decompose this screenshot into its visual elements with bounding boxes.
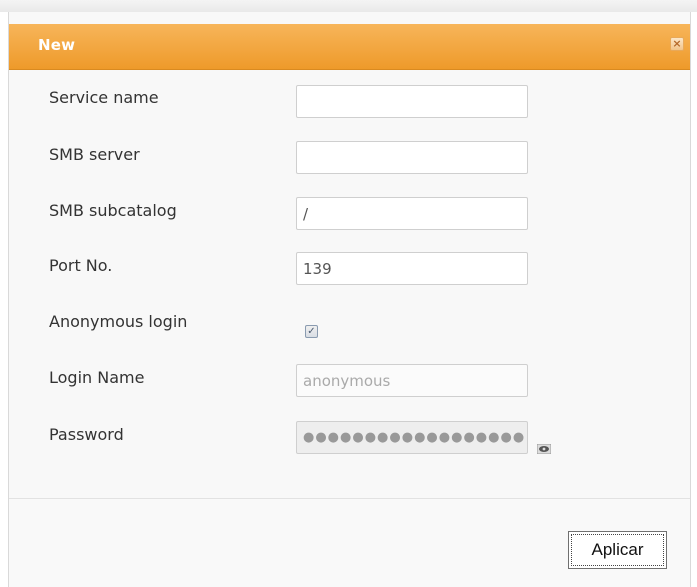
port-input[interactable] (296, 252, 528, 285)
dialog-title: New (38, 36, 76, 54)
anonymous-login-checkbox[interactable]: ✓ (305, 325, 318, 338)
dialog-titlebar: New (9, 24, 690, 70)
eye-icon[interactable] (537, 444, 551, 454)
login-name-label: Login Name (49, 368, 145, 387)
new-service-dialog: New × Service name SMB server SMB subcat… (8, 12, 691, 587)
top-strip (0, 0, 697, 12)
smb-server-input[interactable] (296, 141, 528, 174)
close-button[interactable]: × (670, 37, 684, 51)
smb-subcatalog-label: SMB subcatalog (49, 201, 177, 220)
smb-subcatalog-input[interactable] (296, 197, 528, 230)
port-label: Port No. (49, 256, 113, 275)
smb-server-label: SMB server (49, 145, 140, 164)
page: New × Service name SMB server SMB subcat… (0, 0, 697, 587)
checkmark-icon: ✓ (307, 326, 316, 337)
service-name-input[interactable] (296, 85, 528, 118)
apply-button[interactable]: Aplicar (568, 531, 667, 569)
service-name-label: Service name (49, 88, 159, 107)
password-input[interactable]: ●●●●●●●●●●●●●●●●●● (296, 421, 528, 454)
login-name-input[interactable] (296, 364, 528, 397)
close-icon: × (672, 37, 682, 50)
anonymous-login-label: Anonymous login (49, 312, 188, 331)
password-label: Password (49, 425, 124, 444)
